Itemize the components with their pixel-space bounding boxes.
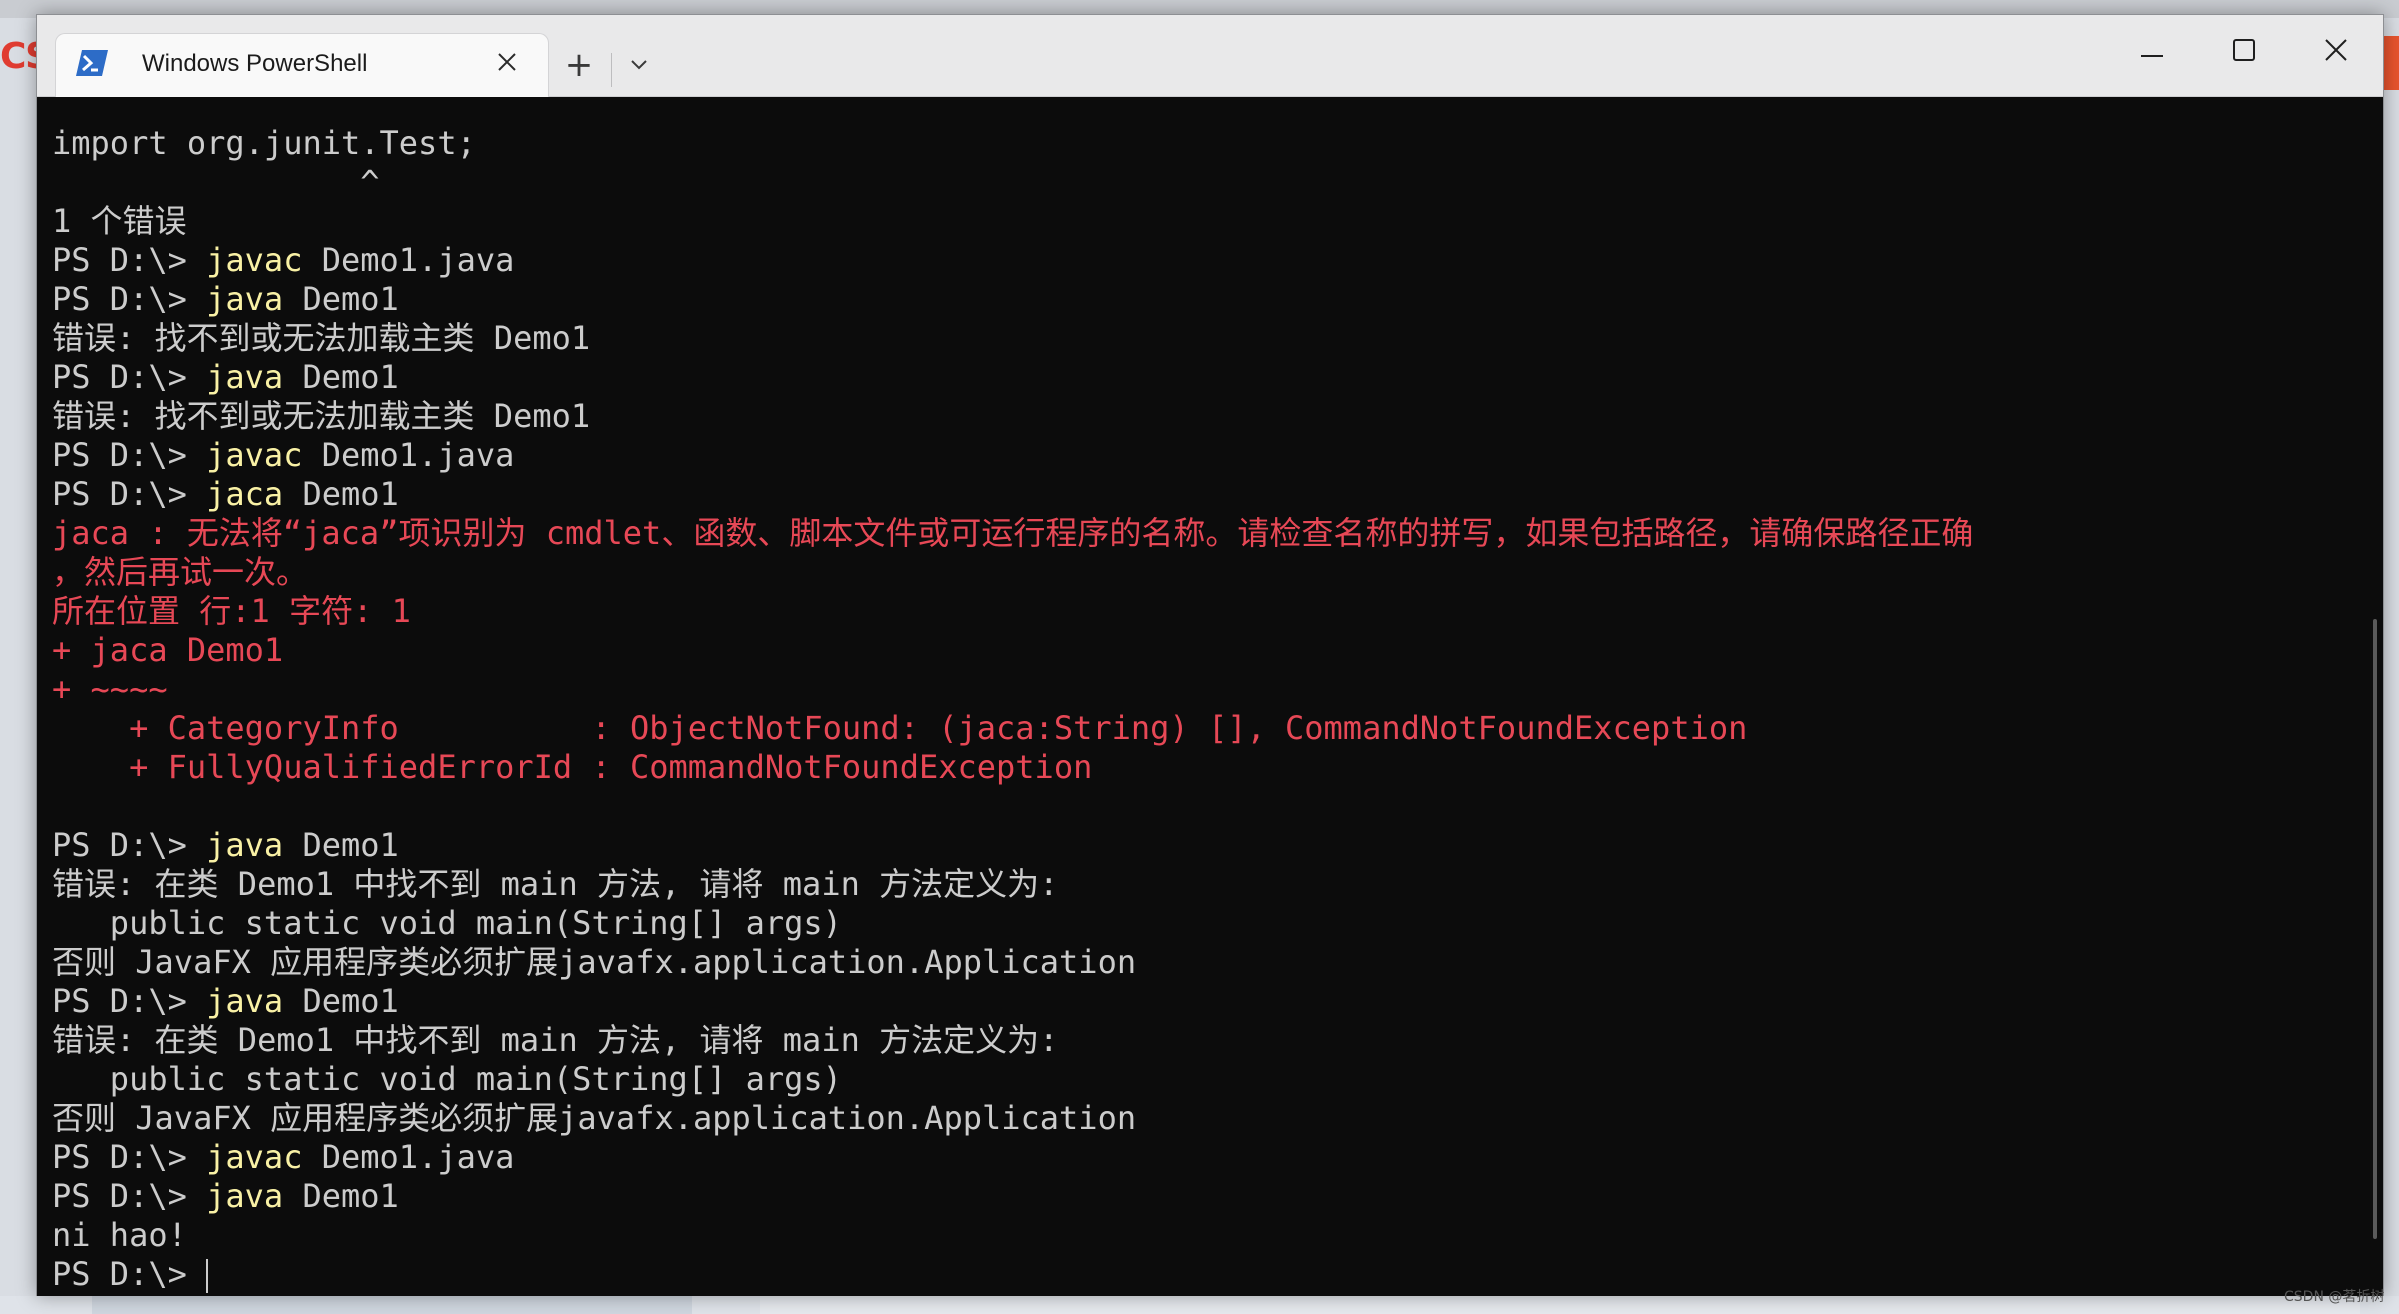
new-tab-button[interactable]: +	[559, 47, 599, 87]
output-line: 否则 JavaFX 应用程序类必须扩展javafx.application.Ap…	[52, 943, 1137, 981]
error-line: + CategoryInfo : ObjectNotFound: (jaca:S…	[52, 709, 1748, 747]
command-args: Demo1.java	[302, 1138, 515, 1176]
prompt-text: PS D:\>	[52, 436, 207, 474]
output-line: public static void main(String[] args)	[52, 904, 842, 942]
background-red-chip	[2384, 36, 2399, 90]
terminal-window: Windows PowerShell + import org.junit.Te	[36, 14, 2384, 1296]
command-name: java	[206, 1177, 284, 1215]
command-args: Demo1.java	[302, 241, 515, 279]
error-line: 所在位置 行:1 字符: 1	[52, 592, 411, 630]
powershell-icon	[76, 50, 108, 76]
prompt-text: PS D:\>	[52, 1138, 207, 1176]
background-app-bottom	[0, 1296, 2399, 1314]
prompt-line: PS D:\> java Demo1	[52, 280, 2383, 319]
scrollbar[interactable]	[2369, 99, 2383, 1295]
prompt-line: PS D:\> java Demo1	[52, 826, 2383, 865]
output-line: public static void main(String[] args)	[52, 1060, 842, 1098]
error-line: + FullyQualifiedErrorId : CommandNotFoun…	[52, 748, 1093, 786]
command-name: java	[206, 982, 284, 1020]
command-args: Demo1	[283, 358, 399, 396]
command-name: java	[206, 280, 284, 318]
command-args: Demo1.java	[302, 436, 515, 474]
prompt-text: PS D:\>	[52, 826, 207, 864]
close-window-button[interactable]	[2301, 27, 2371, 77]
tab-windows-powershell[interactable]: Windows PowerShell	[55, 33, 549, 97]
prompt-line: PS D:\> javac Demo1.java	[52, 241, 2383, 280]
prompt-text: PS D:\>	[52, 475, 207, 513]
output-line: import org.junit.Test;	[52, 124, 476, 162]
output-line: 错误: 在类 Demo1 中找不到 main 方法, 请将 main 方法定义为…	[52, 865, 1059, 903]
command-name: javac	[206, 241, 303, 279]
command-args: Demo1	[283, 826, 399, 864]
prompt-text: PS D:\>	[52, 982, 207, 1020]
prompt-line: PS D:\> javac Demo1.java	[52, 1138, 2383, 1177]
error-line: ，然后再试一次。	[52, 553, 309, 591]
prompt-text: PS D:\>	[52, 1255, 207, 1293]
prompt-line: PS D:\> java Demo1	[52, 1177, 2383, 1216]
prompt-line: PS D:\> jaca Demo1	[52, 475, 2383, 514]
minimize-icon	[2141, 43, 2163, 62]
maximize-icon	[2233, 39, 2255, 65]
command-name: javac	[206, 1138, 303, 1176]
watermark: CSDN @茗折树	[2284, 1289, 2385, 1305]
minimize-button[interactable]	[2117, 27, 2187, 77]
command-name: java	[206, 826, 284, 864]
error-line: jaca : 无法将“jaca”项识别为 cmdlet、函数、脚本文件或可运行程…	[52, 514, 1974, 552]
output-line: 否则 JavaFX 应用程序类必须扩展javafx.application.Ap…	[52, 1099, 1137, 1137]
prompt-line: PS D:\>	[52, 1255, 2383, 1294]
output-line: 错误: 在类 Demo1 中找不到 main 方法, 请将 main 方法定义为…	[52, 1021, 1059, 1059]
text-cursor	[206, 1259, 209, 1293]
command-name: jaca	[206, 475, 284, 513]
command-name: java	[206, 358, 284, 396]
background-logo: CS	[0, 36, 36, 77]
prompt-line: PS D:\> javac Demo1.java	[52, 436, 2383, 475]
prompt-line: PS D:\> java Demo1	[52, 358, 2383, 397]
prompt-text: PS D:\>	[52, 358, 207, 396]
prompt-text: PS D:\>	[52, 241, 207, 279]
output-line: ^	[52, 163, 380, 201]
chevron-down-icon[interactable]	[619, 47, 659, 87]
close-icon[interactable]	[490, 46, 524, 80]
maximize-button[interactable]	[2209, 27, 2279, 77]
error-line: + ~~~~	[52, 670, 168, 708]
terminal-output[interactable]: import org.junit.Test; ^ 1 个错误 PS D:\> jav…	[37, 98, 2383, 1296]
output-line: 1 个错误	[52, 202, 187, 240]
background-bar	[92, 1296, 692, 1314]
title-bar[interactable]: Windows PowerShell +	[37, 15, 2383, 97]
tab-label: Windows PowerShell	[142, 50, 368, 77]
background-bar	[760, 1296, 2360, 1314]
prompt-text: PS D:\>	[52, 280, 207, 318]
output-line: ni hao!	[52, 1216, 187, 1254]
scrollbar-thumb[interactable]	[2373, 619, 2377, 1239]
prompt-text: PS D:\>	[52, 1177, 207, 1215]
divider	[611, 53, 612, 87]
command-args: Demo1	[283, 982, 399, 1020]
output-line: 错误: 找不到或无法加载主类 Demo1	[52, 319, 591, 357]
close-icon	[2324, 38, 2348, 66]
command-args: Demo1	[283, 280, 399, 318]
output-line: 错误: 找不到或无法加载主类 Demo1	[52, 397, 591, 435]
command-args: Demo1	[283, 475, 399, 513]
command-args: Demo1	[283, 1177, 399, 1215]
command-name: javac	[206, 436, 303, 474]
prompt-line: PS D:\> java Demo1	[52, 982, 2383, 1021]
error-line: + jaca Demo1	[52, 631, 284, 669]
